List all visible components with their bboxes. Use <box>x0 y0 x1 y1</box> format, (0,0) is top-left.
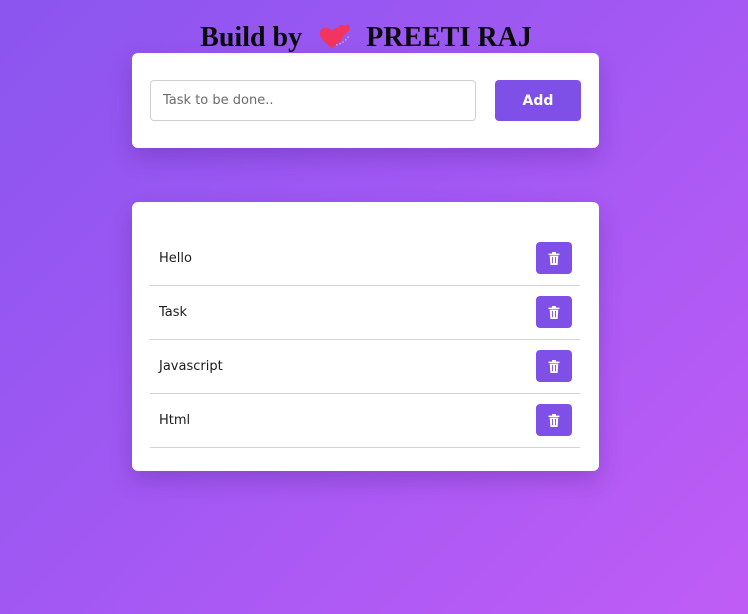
page-title: Build by PREETI RAJ <box>0 20 732 56</box>
title-author: PREETI RAJ <box>366 22 532 53</box>
trash-icon <box>548 359 560 373</box>
task-text: Html <box>159 413 191 428</box>
task-list: Hello Task Javascript Html <box>150 232 580 448</box>
task-item: Javascript <box>150 340 580 394</box>
delete-task-button[interactable] <box>536 350 572 382</box>
two-hearts-icon <box>319 22 353 50</box>
title-prefix: Build by <box>200 22 303 53</box>
task-text: Javascript <box>159 359 223 374</box>
task-text: Task <box>159 305 188 320</box>
add-button[interactable]: Add <box>495 80 581 121</box>
task-item: Task <box>150 286 580 340</box>
delete-task-button[interactable] <box>536 296 572 328</box>
delete-task-button[interactable] <box>536 242 572 274</box>
task-item: Html <box>150 394 580 448</box>
trash-icon <box>548 305 560 319</box>
task-text: Hello <box>159 251 192 266</box>
trash-icon <box>548 251 560 265</box>
task-input[interactable] <box>150 80 476 121</box>
task-list-card: Hello Task Javascript Html <box>132 202 599 471</box>
trash-icon <box>548 413 560 427</box>
task-item: Hello <box>150 232 580 286</box>
delete-task-button[interactable] <box>536 404 572 436</box>
task-form-card: Add <box>132 53 599 148</box>
